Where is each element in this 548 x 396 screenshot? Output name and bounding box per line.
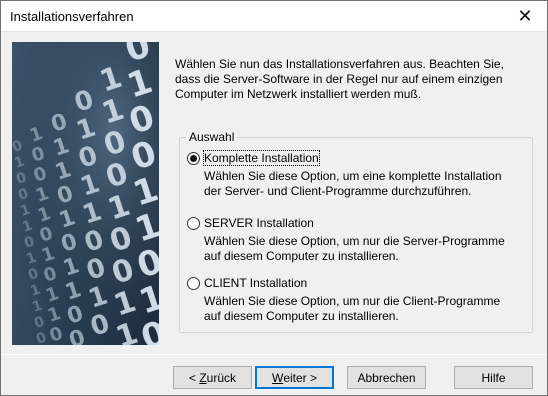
option-server[interactable]: SERVER Installation Wählen Sie diese Opt… [187, 215, 527, 264]
radio-complete[interactable] [187, 151, 200, 165]
close-icon: ✕ [517, 5, 533, 26]
intro-line-3: Computer im Netzwerk installiert werden … [175, 87, 422, 101]
option-server-desc-2: auf diesem Computer zu installieren. [204, 249, 399, 263]
option-client-desc-2: auf diesem Computer zu installieren. [204, 309, 399, 323]
option-client-desc-1: Wählen Sie diese Option, um nur die Clie… [204, 294, 501, 308]
radio-client[interactable] [187, 276, 200, 290]
help-button[interactable]: Hilfe [454, 366, 533, 389]
installation-dialog: Installationsverfahren ✕ 010011010110010… [0, 0, 548, 396]
intro-line-1: Wählen Sie nun das Installationsverfahre… [175, 57, 504, 71]
option-complete-label[interactable]: Komplette Installation [203, 150, 320, 166]
next-button[interactable]: Weiter > [255, 366, 334, 389]
groupbox-label: Auswahl [186, 130, 238, 144]
option-client-label[interactable]: CLIENT Installation [204, 276, 307, 290]
next-button-rest: eiter > [283, 370, 317, 385]
option-server-label[interactable]: SERVER Installation [204, 216, 314, 230]
title-bar: Installationsverfahren ✕ [1, 1, 547, 32]
close-button[interactable]: ✕ [503, 1, 547, 31]
option-client[interactable]: CLIENT Installation Wählen Sie diese Opt… [187, 275, 527, 324]
option-complete-desc-1: Wählen Sie diese Option, um eine komplet… [204, 169, 502, 183]
back-button-mnemonic: Z [199, 370, 207, 385]
back-button[interactable]: < Zurück [173, 366, 252, 389]
option-server-desc-1: Wählen Sie diese Option, um nur die Serv… [204, 234, 505, 248]
back-button-prefix: < [188, 370, 200, 385]
cancel-button[interactable]: Abbrechen [347, 366, 426, 389]
option-complete-desc-2: der Server- und Client-Programme durchzu… [204, 184, 472, 198]
option-complete[interactable]: Komplette Installation Wählen Sie diese … [187, 150, 527, 199]
binary-digits-image: 0100110101100100110101100100110101100100… [12, 42, 159, 345]
window-title: Installationsverfahren [10, 9, 134, 24]
next-button-mnemonic: W [271, 370, 284, 385]
button-separator [1, 354, 547, 355]
radio-server[interactable] [187, 216, 200, 230]
intro-line-2: dass die Server-Software in der Regel nu… [175, 72, 503, 86]
back-button-rest: urück [206, 370, 237, 385]
intro-text: Wählen Sie nun das Installationsverfahre… [175, 57, 535, 102]
